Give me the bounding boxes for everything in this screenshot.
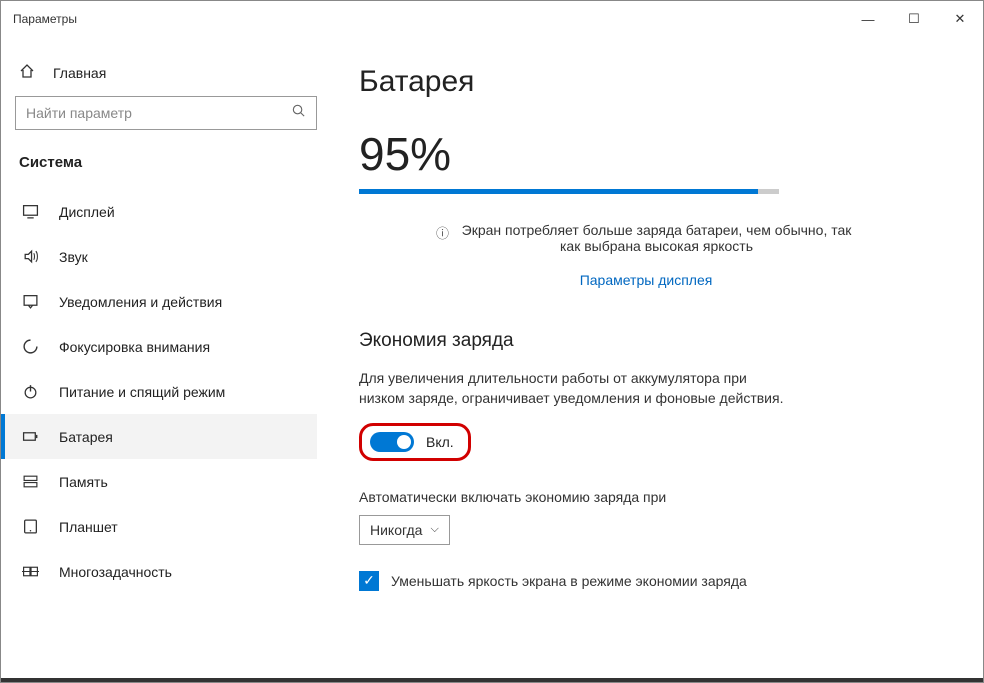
- nav-list: Дисплей Звук Уведомления и действия Фокусир…: [1, 189, 317, 594]
- sidebar-item-label: Дисплей: [59, 204, 115, 220]
- sidebar-item-notifications[interactable]: Уведомления и действия: [1, 279, 317, 324]
- page-title: Батарея: [359, 65, 933, 99]
- auto-saver-select[interactable]: Никогда ⌵: [359, 515, 450, 545]
- focus-icon: [21, 338, 39, 355]
- auto-saver-label: Автоматически включать экономию заряда п…: [359, 489, 933, 505]
- dim-brightness-row: ✓ Уменьшать яркость экрана в режиме экон…: [359, 571, 933, 591]
- window-title: Параметры: [13, 12, 77, 26]
- display-icon: [21, 203, 39, 220]
- bottom-border: [1, 678, 983, 682]
- multitask-icon: [21, 563, 39, 580]
- sidebar-item-focus[interactable]: Фокусировка внимания: [1, 324, 317, 369]
- info-icon: ⓘ: [436, 223, 449, 254]
- sidebar-item-power[interactable]: Питание и спящий режим: [1, 369, 317, 414]
- sidebar-item-sound[interactable]: Звук: [1, 234, 317, 279]
- info-message: ⓘ Экран потребляет больше заряда батареи…: [436, 222, 856, 254]
- sidebar-item-label: Многозадачность: [59, 564, 172, 580]
- power-icon: [21, 383, 39, 400]
- sidebar-item-label: Питание и спящий режим: [59, 384, 225, 400]
- sidebar-item-display[interactable]: Дисплей: [1, 189, 317, 234]
- sidebar-item-storage[interactable]: Память: [1, 459, 317, 504]
- tablet-icon: [21, 518, 39, 535]
- sidebar-item-tablet[interactable]: Планшет: [1, 504, 317, 549]
- battery-saver-toggle[interactable]: [370, 432, 414, 452]
- search-box[interactable]: [15, 96, 317, 130]
- sidebar-category: Система: [15, 150, 317, 189]
- search-icon: [291, 103, 306, 123]
- home-icon: [19, 63, 35, 82]
- storage-icon: [21, 473, 39, 490]
- home-link[interactable]: Главная: [15, 55, 317, 96]
- maximize-button[interactable]: ☐: [891, 1, 937, 37]
- close-button[interactable]: ✕: [937, 1, 983, 37]
- sidebar-item-label: Память: [59, 474, 108, 490]
- auto-saver-value: Никогда: [370, 522, 422, 538]
- display-settings-link[interactable]: Параметры дисплея: [436, 272, 856, 288]
- dim-brightness-label: Уменьшать яркость экрана в режиме эконом…: [391, 573, 747, 589]
- battery-progress: [359, 189, 779, 194]
- notifications-icon: [21, 293, 39, 310]
- battery-saver-desc: Для увеличения длительности работы от ак…: [359, 368, 789, 409]
- sidebar-item-multitask[interactable]: Многозадачность: [1, 549, 317, 594]
- toggle-state-label: Вкл.: [426, 434, 454, 450]
- dim-brightness-checkbox[interactable]: ✓: [359, 571, 379, 591]
- battery-saver-heading: Экономия заряда: [359, 330, 933, 352]
- battery-saver-toggle-highlight: Вкл.: [359, 423, 471, 461]
- sidebar-item-label: Батарея: [59, 429, 113, 445]
- window-controls: — ☐ ✕: [845, 1, 983, 37]
- sound-icon: [21, 248, 39, 265]
- battery-percent: 95%: [359, 127, 933, 181]
- main-content: Батарея 95% ⓘ Экран потребляет больше за…: [331, 37, 983, 682]
- sidebar-item-battery[interactable]: Батарея: [1, 414, 317, 459]
- battery-progress-fill: [359, 189, 758, 194]
- title-bar: Параметры — ☐ ✕: [1, 1, 983, 37]
- info-text: Экран потребляет больше заряда батареи, …: [457, 222, 856, 254]
- sidebar-item-label: Уведомления и действия: [59, 294, 222, 310]
- sidebar-item-label: Планшет: [59, 519, 118, 535]
- minimize-button[interactable]: —: [845, 1, 891, 37]
- search-input[interactable]: [26, 105, 291, 121]
- home-label: Главная: [53, 65, 106, 81]
- chevron-down-icon: ⌵: [430, 523, 438, 536]
- battery-icon: [21, 428, 39, 445]
- sidebar: Главная Система Дисплей Звук Уведомления и…: [1, 37, 331, 682]
- sidebar-item-label: Звук: [59, 249, 88, 265]
- sidebar-item-label: Фокусировка внимания: [59, 339, 210, 355]
